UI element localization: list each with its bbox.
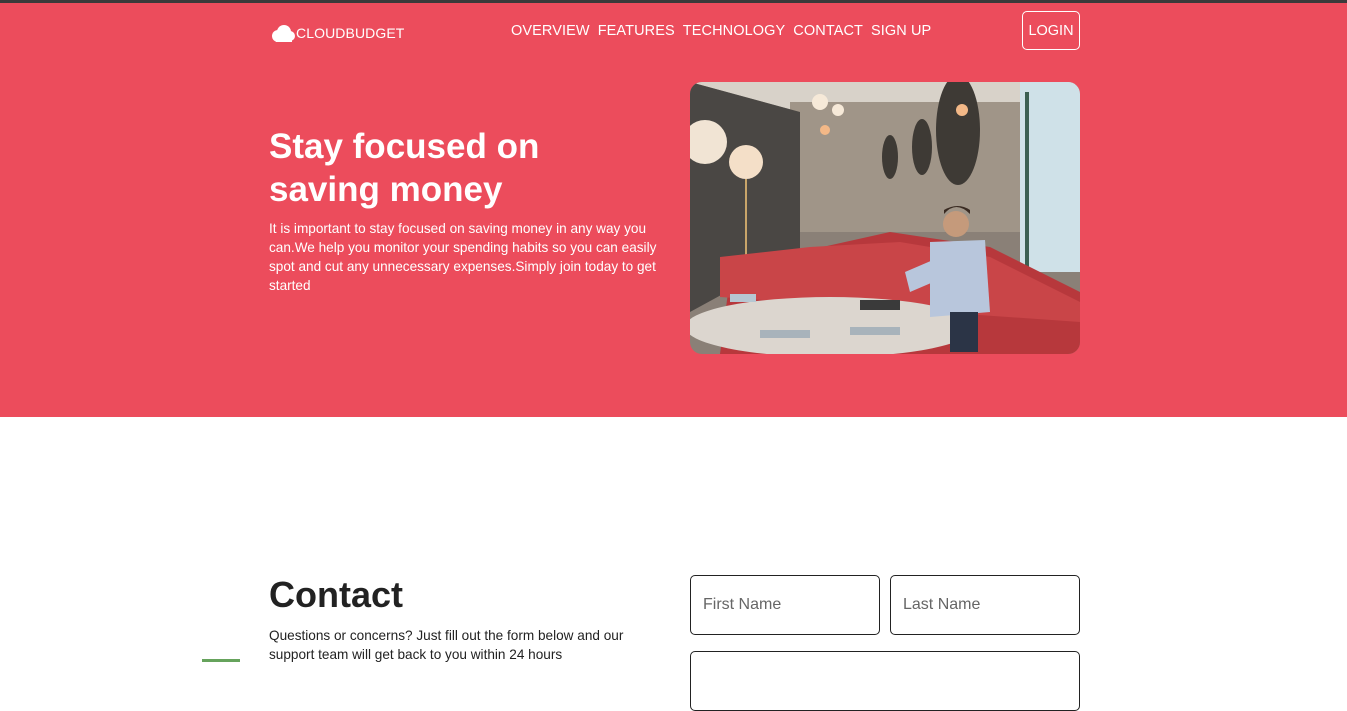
email-input[interactable] — [690, 651, 1080, 711]
nav-contact[interactable]: CONTACT — [793, 23, 863, 39]
contact-title: Contact — [269, 574, 403, 615]
brand-logo[interactable]: CLOUDBUDGET — [270, 23, 404, 43]
nav-overview[interactable]: OVERVIEW — [511, 23, 590, 39]
main-nav: OVERVIEW FEATURES TECHNOLOGY CONTACT SIG… — [511, 23, 931, 39]
first-name-input[interactable] — [690, 575, 880, 635]
login-button[interactable]: LOGIN — [1022, 11, 1080, 50]
nav-sign-up[interactable]: SIGN UP — [871, 23, 931, 39]
hero-description: It is important to stay focused on savin… — [269, 221, 657, 293]
nav-technology[interactable]: TECHNOLOGY — [683, 23, 786, 39]
hero-section: CLOUDBUDGET OVERVIEW FEATURES TECHNOLOGY… — [0, 3, 1347, 417]
hero-title: Stay focused on saving money — [269, 127, 540, 209]
nav-features[interactable]: FEATURES — [598, 23, 675, 39]
cloud-icon — [270, 23, 296, 43]
hero-image — [690, 82, 1080, 354]
contact-description: Questions or concerns? Just fill out the… — [269, 628, 624, 662]
brand-name: CLOUDBUDGET — [296, 25, 405, 41]
last-name-input[interactable] — [890, 575, 1080, 635]
